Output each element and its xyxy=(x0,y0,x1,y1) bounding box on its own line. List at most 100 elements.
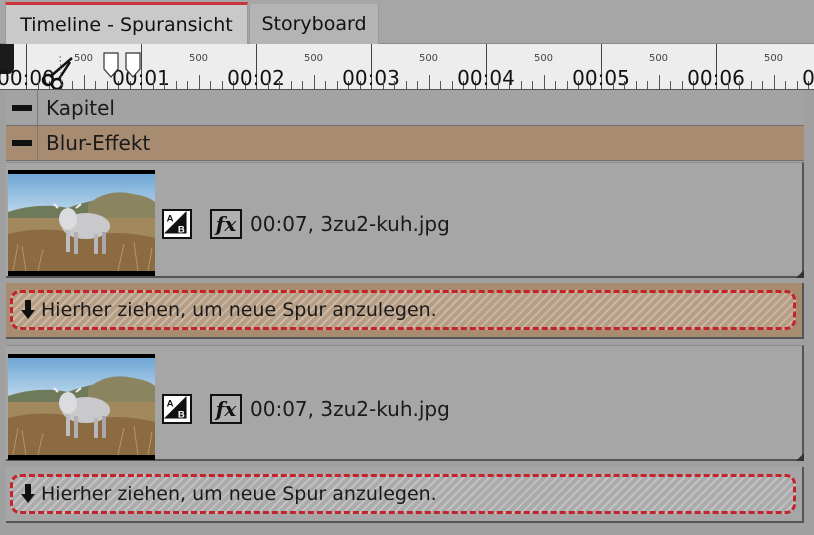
ruler-minor-tick xyxy=(187,81,188,89)
new-track-drop-zone[interactable]: Hierher ziehen, um neue Spur anzulegen. xyxy=(10,290,796,330)
ruler-minor-tick xyxy=(727,81,729,89)
ruler-minor-tick xyxy=(670,81,671,89)
ruler-minor-tick xyxy=(555,81,556,89)
clip-row[interactable]: A B fx 00:07, 3zu2-kuh.jpg xyxy=(6,345,804,461)
ruler-minor-tick xyxy=(325,81,326,89)
ruler-minor-tick xyxy=(635,81,637,89)
clip-thumbnail[interactable] xyxy=(8,354,155,460)
ruler-minor-tick xyxy=(681,81,683,89)
ruler-minor-tick xyxy=(440,81,441,89)
ruler-minor-tick xyxy=(739,81,740,89)
ruler-minor-tick xyxy=(566,81,568,89)
ruler-sub-label: 500 xyxy=(418,53,439,64)
ruler-minor-tick xyxy=(302,81,303,89)
svg-text:B: B xyxy=(178,225,185,236)
ruler-minor-tick xyxy=(428,75,430,89)
svg-text:A: A xyxy=(167,213,174,224)
ruler-time-label: 00:01 xyxy=(112,66,170,90)
ruler-time-label: 00:06 xyxy=(687,66,745,90)
ruler-minor-tick xyxy=(313,75,315,89)
svg-text:A: A xyxy=(167,398,174,409)
clip-info: 00:07, 3zu2-kuh.jpg xyxy=(250,212,450,236)
ruler-minor-tick xyxy=(95,81,96,89)
ruler-minor-tick xyxy=(405,81,407,89)
drop-zone-text: Hierher ziehen, um neue Spur anzulegen. xyxy=(41,483,437,505)
ruler-minor-tick xyxy=(152,81,154,89)
collapse-kapitel-button[interactable] xyxy=(6,90,38,125)
ruler-minor-tick xyxy=(267,81,269,89)
ruler-minor-tick xyxy=(198,75,200,89)
track-blur-effekt[interactable]: Blur-Effekt xyxy=(6,126,804,161)
down-arrow-icon xyxy=(21,484,35,503)
svg-text:B: B xyxy=(178,410,185,421)
ruler-minor-tick xyxy=(520,81,522,89)
ruler-minor-tick xyxy=(532,81,533,89)
collapse-blur-button[interactable] xyxy=(6,126,38,160)
ruler-minor-tick xyxy=(279,81,280,89)
ruler-minor-tick xyxy=(658,75,660,89)
scissors-icon[interactable] xyxy=(40,54,78,90)
ruler-minor-tick xyxy=(221,81,223,89)
ab-transition-icon[interactable]: A B xyxy=(162,209,192,239)
ruler-minor-tick xyxy=(37,81,39,89)
fx-icon[interactable]: fx xyxy=(210,209,242,239)
resize-corner[interactable] xyxy=(796,270,804,278)
ruler-minor-tick xyxy=(647,81,648,89)
tab-timeline[interactable]: Timeline - Spuransicht xyxy=(5,2,248,44)
ruler-time-label: 00:02 xyxy=(227,66,285,90)
ruler-minor-tick xyxy=(497,81,499,89)
ruler-minor-tick xyxy=(417,81,418,89)
clip-thumbnail[interactable] xyxy=(8,170,155,276)
drop-zone-text: Hierher ziehen, um neue Spur anzulegen. xyxy=(41,299,437,321)
ruler-minor-tick xyxy=(175,81,177,89)
track-kapitel-label: Kapitel xyxy=(46,95,115,120)
ruler-time-label: 00:05 xyxy=(572,66,630,90)
ruler-minor-tick xyxy=(290,81,292,89)
ruler-minor-tick xyxy=(796,81,798,89)
ab-transition-icon[interactable]: A B xyxy=(162,394,192,424)
drop-row: Hierher ziehen, um neue Spur anzulegen. xyxy=(6,467,804,523)
ruler-time-label: 00:03 xyxy=(342,66,400,90)
clip-info: 00:07, 3zu2-kuh.jpg xyxy=(250,397,450,421)
ruler-minor-tick xyxy=(106,81,108,89)
resize-corner[interactable] xyxy=(796,453,804,461)
ruler-minor-tick xyxy=(336,81,338,89)
ruler-minor-tick xyxy=(164,81,165,89)
drop-row: Hierher ziehen, um neue Spur anzulegen. xyxy=(6,283,804,339)
ruler-minor-tick xyxy=(382,81,384,89)
ruler-sub-label: 500 xyxy=(648,53,669,64)
ruler-sub-label: 500 xyxy=(533,53,554,64)
minus-icon xyxy=(11,140,32,146)
cow-photo xyxy=(8,358,155,455)
ruler-minor-tick xyxy=(612,81,614,89)
ruler-minor-tick xyxy=(773,75,775,89)
clip-row[interactable]: A B fx 00:07, 3zu2-kuh.jpg xyxy=(6,162,804,278)
down-arrow-icon xyxy=(21,300,35,319)
track-kapitel[interactable]: Kapitel xyxy=(6,90,804,126)
tab-bar: Timeline - Spuransicht Storyboard xyxy=(0,0,814,44)
ruler-minor-tick xyxy=(785,81,786,89)
ruler-minor-tick xyxy=(509,81,510,89)
cow-photo xyxy=(8,174,155,271)
ruler-minor-tick xyxy=(451,81,453,89)
ruler-minor-tick xyxy=(394,81,395,89)
ruler-time-label: 00:04 xyxy=(457,66,515,90)
ruler-sub-label: 500 xyxy=(303,53,324,64)
timeline-ruler[interactable]: 00:00 500 00:01 500 00:02 500 00:03 500 00:04 500… xyxy=(0,44,814,90)
minus-icon xyxy=(11,104,32,111)
ruler-minor-tick xyxy=(543,75,545,89)
track-blur-label: Blur-Effekt xyxy=(46,131,151,155)
ruler-sub-label: 500 xyxy=(763,53,784,64)
tab-storyboard[interactable]: Storyboard xyxy=(249,4,379,44)
ruler-minor-tick xyxy=(750,81,752,89)
ruler-minor-tick xyxy=(762,81,763,89)
ruler-minor-tick xyxy=(210,81,211,89)
new-track-drop-zone[interactable]: Hierher ziehen, um neue Spur anzulegen. xyxy=(10,474,796,514)
ruler-minor-tick xyxy=(624,81,625,89)
ruler-sub-label: 500 xyxy=(188,53,209,64)
ruler-time-label: 00:07 xyxy=(802,66,814,90)
position-marker-icon[interactable] xyxy=(103,52,119,78)
ruler-minor-tick xyxy=(83,75,85,89)
fx-icon[interactable]: fx xyxy=(210,394,242,424)
position-marker-icon[interactable] xyxy=(125,52,141,78)
